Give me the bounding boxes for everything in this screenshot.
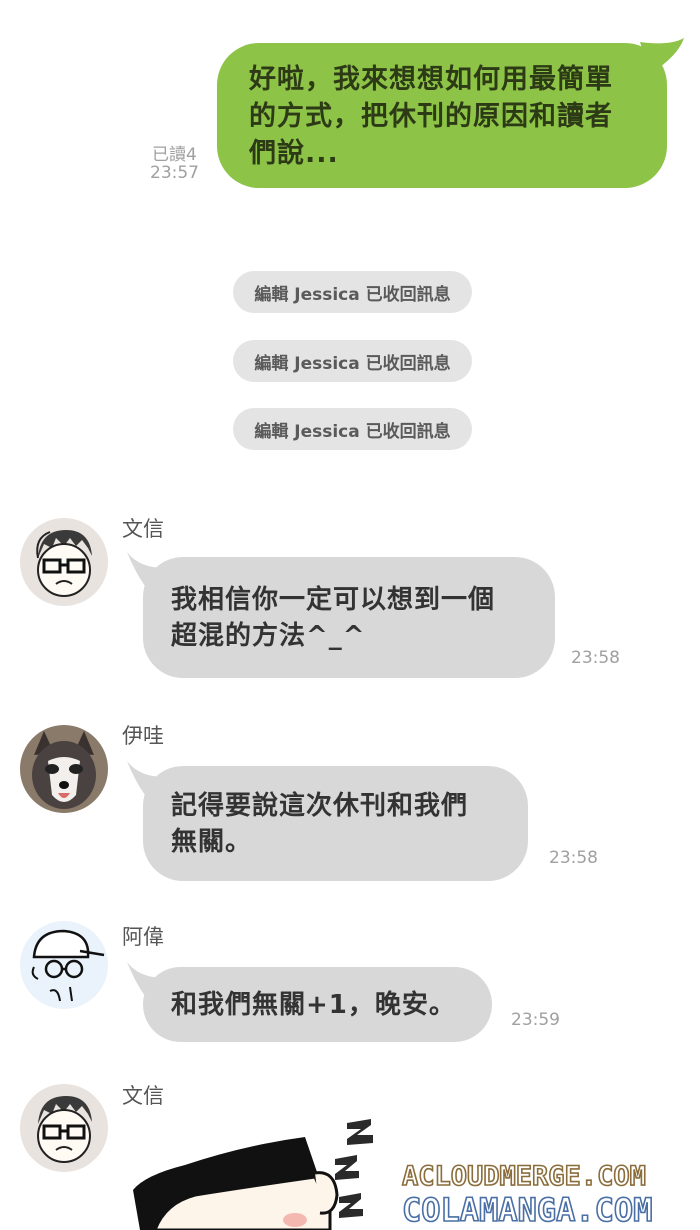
incoming-message-text: 和我們無關+1，晚安。 [171,989,456,1020]
outgoing-message-text: 好啦，我來想想如何用最簡單 的方式，把休刊的原因和讀者 們說... [249,64,613,169]
message-timestamp: 23:58 [571,648,620,668]
avatar-awei[interactable] [20,921,108,1009]
avatar-cap-glasses-icon [20,921,108,1009]
incoming-message-bubble[interactable]: 我相信你一定可以想到一個 超混的方法^_^ [143,557,555,678]
avatar-wenxin[interactable] [20,518,108,606]
incoming-message-bubble[interactable]: 記得要說這次休刊和我們 無關。 [143,766,528,881]
unsend-notice: 編輯 Jessica 已收回訊息 [233,340,472,382]
incoming-message-text: 記得要說這次休刊和我們 無關。 [171,790,469,857]
sleeping-sticker[interactable] [125,1115,380,1230]
sender-name: 阿偉 [122,925,164,949]
avatar-cartoon-glasses-icon [20,518,108,606]
unsend-notice: 編輯 Jessica 已收回訊息 [233,271,472,313]
incoming-message-text: 我相信你一定可以想到一個 超混的方法^_^ [171,584,496,651]
outgoing-timestamp: 23:57 [150,163,199,183]
watermark: ACLOUDMERGE.COM COLAMANGA.COM [401,1160,653,1230]
avatar-yiwa[interactable] [20,725,108,813]
avatar-husky-dog-icon [20,725,108,813]
sender-name: 文信 [122,517,164,541]
read-receipt: 已讀4 [152,145,197,165]
message-timestamp: 23:59 [511,1010,560,1030]
unsend-notice: 編輯 Jessica 已收回訊息 [233,408,472,450]
avatar-cartoon-glasses-icon [20,1084,108,1172]
outgoing-message-bubble[interactable]: 好啦，我來想想如何用最簡單 的方式，把休刊的原因和讀者 們說... [217,43,667,188]
avatar-wenxin[interactable] [20,1084,108,1172]
message-timestamp: 23:58 [549,848,598,868]
sender-name: 伊哇 [122,724,164,748]
sleep-z-icon [335,1119,373,1218]
incoming-message-bubble[interactable]: 和我們無關+1，晚安。 [143,967,492,1042]
watermark-line1: ACLOUDMERGE.COM [402,1161,646,1192]
watermark-line2: COLAMANGA.COM [402,1191,652,1229]
sender-name: 文信 [122,1084,164,1108]
